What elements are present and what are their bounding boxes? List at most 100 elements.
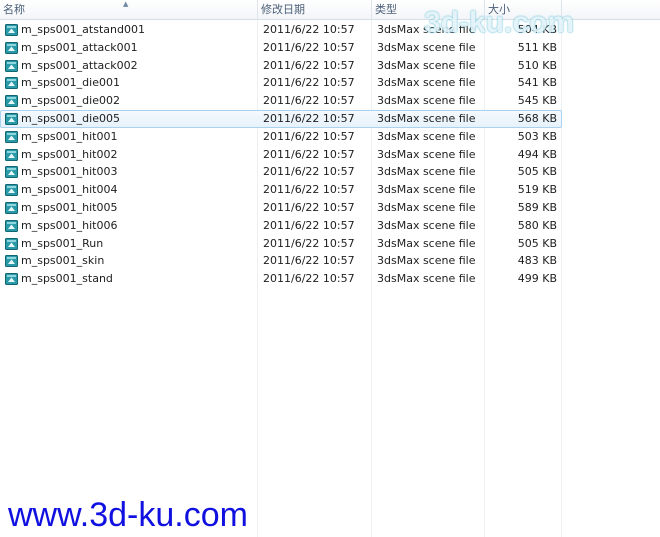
file-row[interactable]: m_sps001_hit004 2011/6/22 10:57 3dsMax sce… [0, 181, 562, 199]
file-name: m_sps001_hit005 [21, 200, 118, 214]
column-header-name[interactable]: 名称 ▲ [0, 0, 258, 19]
file-type: 3dsMax scene file [377, 129, 476, 143]
file-name: m_sps001_hit001 [21, 129, 118, 143]
file-name: m_sps001_atstand001 [21, 23, 145, 36]
column-header-date-label: 修改日期 [261, 3, 305, 16]
file-size: 589 KB [517, 200, 557, 214]
column-header-name-label: 名称 [3, 3, 25, 16]
file-size: 568 KB [517, 111, 557, 125]
file-row[interactable]: m_sps001_skin 2011/6/22 10:57 3dsMax scene… [0, 252, 562, 270]
file-type: 3dsMax scene file [377, 76, 476, 90]
3dsmax-file-icon [5, 148, 18, 161]
file-name: m_sps001_hit004 [21, 183, 118, 197]
file-date: 2011/6/22 10:57 [263, 254, 355, 268]
file-name: m_sps001_stand [21, 272, 113, 286]
file-date: 2011/6/22 10:57 [263, 23, 355, 36]
file-type: 3dsMax scene file [377, 40, 476, 54]
file-type: 3dsMax scene file [377, 58, 476, 72]
file-type: 3dsMax scene file [377, 147, 476, 161]
file-date: 2011/6/22 10:57 [263, 40, 355, 54]
file-type: 3dsMax scene file [377, 94, 476, 108]
file-date: 2011/6/22 10:57 [263, 111, 355, 125]
file-size: 519 KB [517, 183, 557, 197]
column-header: 名称 ▲ 修改日期 类型 大小 [0, 0, 660, 20]
file-type: 3dsMax scene file [377, 218, 476, 232]
file-row[interactable]: m_sps001_atstand001 2011/6/22 10:57 3dsMax… [0, 21, 562, 39]
3dsmax-file-icon [5, 184, 18, 197]
file-type: 3dsMax scene file [377, 111, 476, 125]
file-size: 511 KB [517, 40, 557, 54]
file-name: m_sps001_attack001 [21, 40, 138, 54]
file-explorer: 名称 ▲ 修改日期 类型 大小 m_sps001_atstand001 2011/… [0, 0, 660, 537]
file-date: 2011/6/22 10:57 [263, 147, 355, 161]
file-row[interactable]: m_sps001_Run 2011/6/22 10:57 3dsMax scene … [0, 235, 562, 253]
3dsmax-file-icon [5, 77, 18, 90]
file-name: m_sps001_Run [21, 236, 104, 250]
file-name: m_sps001_hit003 [21, 165, 118, 179]
column-header-date[interactable]: 修改日期 [258, 0, 372, 19]
file-type: 3dsMax scene file [377, 272, 476, 286]
file-type: 3dsMax scene file [377, 254, 476, 268]
watermark-bottom: www.3d-ku.com [8, 496, 248, 534]
file-date: 2011/6/22 10:57 [263, 165, 355, 179]
file-size: 545 KB [517, 94, 557, 108]
file-row[interactable]: m_sps001_attack002 2011/6/22 10:57 3dsMax … [0, 57, 562, 75]
file-row[interactable]: m_sps001_die002 2011/6/22 10:57 3dsMax sce… [0, 92, 562, 110]
3dsmax-file-icon [5, 237, 18, 250]
file-name: m_sps001_skin [21, 254, 105, 268]
file-type: 3dsMax scene file [377, 236, 476, 250]
file-name: m_sps001_die005 [21, 111, 120, 125]
3dsmax-file-icon [5, 24, 18, 36]
file-type: 3dsMax scene file [377, 183, 476, 197]
file-date: 2011/6/22 10:57 [263, 272, 355, 286]
file-date: 2011/6/22 10:57 [263, 200, 355, 214]
file-size: 505 KB [517, 165, 557, 179]
file-date: 2011/6/22 10:57 [263, 218, 355, 232]
file-size: 510 KB [517, 58, 557, 72]
file-name: m_sps001_hit006 [21, 218, 118, 232]
file-size: 541 KB [517, 76, 557, 90]
file-row[interactable]: m_sps001_hit005 2011/6/22 10:57 3dsMax sce… [0, 199, 562, 217]
file-type: 3dsMax scene file [377, 200, 476, 214]
3dsmax-file-icon [5, 166, 18, 179]
3dsmax-file-icon [5, 219, 18, 232]
file-size: 505 KB [517, 236, 557, 250]
column-header-size[interactable]: 大小 [485, 0, 562, 19]
column-header-type[interactable]: 类型 [372, 0, 485, 19]
column-header-type-label: 类型 [375, 3, 397, 16]
file-date: 2011/6/22 10:57 [263, 94, 355, 108]
file-name: m_sps001_die002 [21, 94, 120, 108]
3dsmax-file-icon [5, 255, 18, 268]
file-row[interactable]: m_sps001_die001 2011/6/22 10:57 3dsMax sce… [0, 74, 562, 92]
file-list: m_sps001_atstand001 2011/6/22 10:57 3dsMax… [0, 21, 562, 288]
sort-ascending-icon: ▲ [123, 0, 129, 8]
column-header-size-label: 大小 [488, 3, 510, 16]
file-size: 580 KB [517, 218, 557, 232]
file-row[interactable]: m_sps001_die005 2011/6/22 10:57 3dsMax sce… [0, 109, 562, 128]
file-row[interactable]: m_sps001_stand 2011/6/22 10:57 3dsMax scen… [0, 270, 562, 288]
file-type: 3dsMax scene file [377, 165, 476, 179]
3dsmax-file-icon [5, 273, 18, 286]
file-date: 2011/6/22 10:57 [263, 129, 355, 143]
3dsmax-file-icon [5, 59, 18, 72]
file-name: m_sps001_hit002 [21, 147, 118, 161]
file-row[interactable]: m_sps001_hit002 2011/6/22 10:57 3dsMax sce… [0, 146, 562, 164]
file-date: 2011/6/22 10:57 [263, 58, 355, 72]
file-name: m_sps001_die001 [21, 76, 120, 90]
file-date: 2011/6/22 10:57 [263, 236, 355, 250]
file-size: 483 KB [517, 254, 557, 268]
file-size: 499 KB [517, 272, 557, 286]
3dsmax-file-icon [5, 112, 18, 125]
file-row[interactable]: m_sps001_attack001 2011/6/22 10:57 3dsMax … [0, 39, 562, 57]
file-row[interactable]: m_sps001_hit003 2011/6/22 10:57 3dsMax sce… [0, 163, 562, 181]
file-type: 3dsMax scene file [377, 23, 476, 36]
file-date: 2011/6/22 10:57 [263, 76, 355, 90]
file-row[interactable]: m_sps001_hit006 2011/6/22 10:57 3dsMax sce… [0, 217, 562, 235]
file-row[interactable]: m_sps001_hit001 2011/6/22 10:57 3dsMax sce… [0, 128, 562, 146]
file-size: 504 KB [517, 23, 557, 36]
3dsmax-file-icon [5, 41, 18, 54]
file-size: 494 KB [517, 147, 557, 161]
file-date: 2011/6/22 10:57 [263, 183, 355, 197]
file-name: m_sps001_attack002 [21, 58, 138, 72]
3dsmax-file-icon [5, 95, 18, 108]
